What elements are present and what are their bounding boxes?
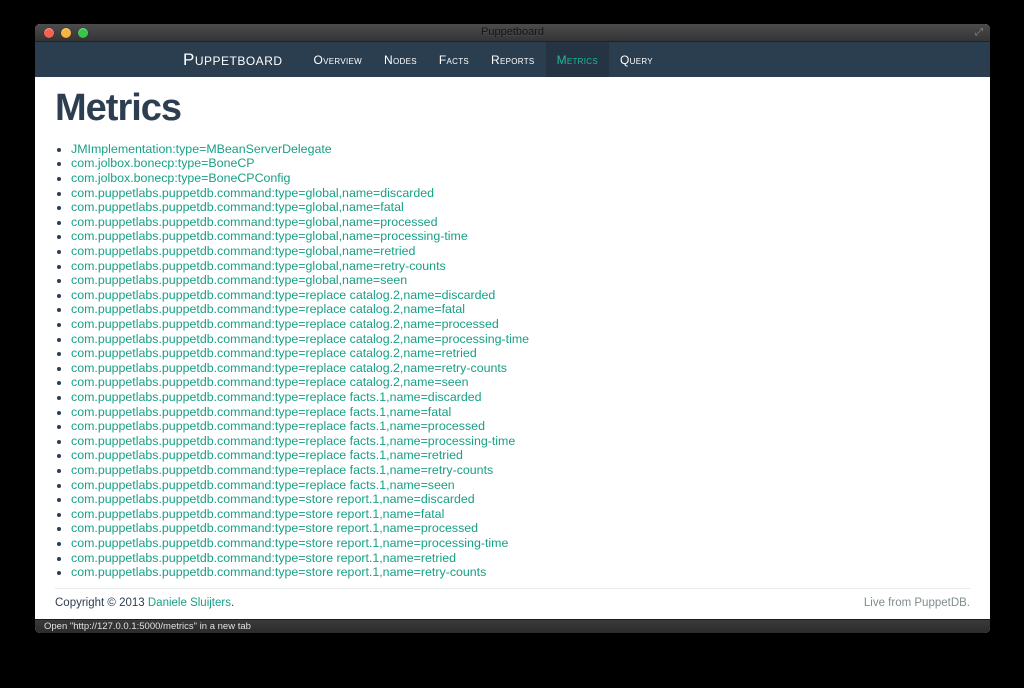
metric-link[interactable]: com.puppetlabs.puppetdb.command:type=rep… bbox=[71, 288, 495, 302]
metric-list-item: com.puppetlabs.puppetdb.command:type=glo… bbox=[71, 259, 970, 274]
copyright-period: . bbox=[230, 597, 235, 609]
metric-link[interactable]: com.puppetlabs.puppetdb.command:type=rep… bbox=[71, 405, 451, 419]
metric-link[interactable]: com.jolbox.bonecp:type=BoneCP bbox=[71, 156, 255, 170]
nav-link-metrics[interactable]: Metrics bbox=[545, 42, 609, 77]
app-window: Puppetboard ⤢ Puppetboard Overview Nodes F… bbox=[35, 24, 990, 633]
metric-list-item: com.puppetlabs.puppetdb.command:type=rep… bbox=[71, 419, 970, 434]
metric-link[interactable]: com.puppetlabs.puppetdb.command:type=glo… bbox=[71, 244, 415, 258]
metric-list-item: com.puppetlabs.puppetdb.command:type=rep… bbox=[71, 361, 970, 376]
fullscreen-icon[interactable]: ⤢ bbox=[975, 24, 983, 41]
metric-list-item: com.puppetlabs.puppetdb.command:type=glo… bbox=[71, 200, 970, 215]
footer-block: Copyright © 2013 Daniele Sluijters. Live… bbox=[55, 582, 970, 619]
metric-link[interactable]: com.puppetlabs.puppetdb.command:type=glo… bbox=[71, 215, 437, 229]
nav-item-reports: Reports bbox=[480, 42, 546, 77]
copyright-prefix: Copyright © 2013 bbox=[55, 597, 145, 609]
metric-list-item: com.puppetlabs.puppetdb.command:type=glo… bbox=[71, 229, 970, 244]
window-titlebar[interactable]: Puppetboard ⤢ bbox=[35, 24, 990, 42]
metric-list-item: com.puppetlabs.puppetdb.command:type=rep… bbox=[71, 375, 970, 390]
metric-link[interactable]: com.puppetlabs.puppetdb.command:type=sto… bbox=[71, 565, 486, 579]
metric-link[interactable]: com.puppetlabs.puppetdb.command:type=glo… bbox=[71, 200, 404, 214]
metric-link[interactable]: com.puppetlabs.puppetdb.command:type=rep… bbox=[71, 463, 493, 477]
metrics-list-container: JMImplementation:type=MBeanServerDelegat… bbox=[55, 138, 970, 582]
metric-link[interactable]: com.puppetlabs.puppetdb.command:type=sto… bbox=[71, 536, 508, 550]
metric-link[interactable]: com.puppetlabs.puppetdb.command:type=rep… bbox=[71, 419, 485, 433]
metric-list-item: com.puppetlabs.puppetdb.command:type=sto… bbox=[71, 551, 970, 566]
metric-link[interactable]: com.puppetlabs.puppetdb.command:type=glo… bbox=[71, 273, 407, 287]
metric-link[interactable]: com.puppetlabs.puppetdb.command:type=sto… bbox=[71, 551, 456, 565]
metric-list-item: com.puppetlabs.puppetdb.command:type=rep… bbox=[71, 463, 970, 478]
window-controls bbox=[44, 24, 88, 41]
metric-list-item: com.puppetlabs.puppetdb.command:type=rep… bbox=[71, 346, 970, 361]
navbar-brand[interactable]: Puppetboard bbox=[183, 42, 283, 77]
metric-link[interactable]: com.puppetlabs.puppetdb.command:type=rep… bbox=[71, 375, 468, 389]
metric-list-item: com.puppetlabs.puppetdb.command:type=rep… bbox=[71, 390, 970, 405]
metric-list-item: com.puppetlabs.puppetdb.command:type=glo… bbox=[71, 186, 970, 201]
status-bar-text: Open "http://127.0.0.1:5000/metrics" in … bbox=[44, 621, 251, 632]
metric-link[interactable]: com.puppetlabs.puppetdb.command:type=rep… bbox=[71, 317, 499, 331]
metric-list-item: com.puppetlabs.puppetdb.command:type=rep… bbox=[71, 317, 970, 332]
nav-link-overview[interactable]: Overview bbox=[303, 42, 373, 77]
nav-item-overview: Overview bbox=[303, 42, 373, 77]
nav-link-nodes[interactable]: Nodes bbox=[373, 42, 428, 77]
metric-list-item: com.puppetlabs.puppetdb.command:type=sto… bbox=[71, 521, 970, 536]
metric-link[interactable]: com.puppetlabs.puppetdb.command:type=rep… bbox=[71, 332, 529, 346]
window-title: Puppetboard bbox=[481, 26, 544, 38]
metric-list-item: JMImplementation:type=MBeanServerDelegat… bbox=[71, 142, 970, 157]
metric-link[interactable]: com.puppetlabs.puppetdb.command:type=rep… bbox=[71, 478, 455, 492]
puppetdb-status-text: Live from PuppetDB. bbox=[863, 597, 970, 609]
metric-list-item: com.puppetlabs.puppetdb.command:type=glo… bbox=[71, 244, 970, 259]
minimize-window-button[interactable] bbox=[61, 27, 71, 38]
metric-link[interactable]: com.jolbox.bonecp:type=BoneCPConfig bbox=[71, 171, 290, 185]
metric-list-item: com.puppetlabs.puppetdb.command:type=rep… bbox=[71, 302, 970, 317]
metric-link[interactable]: com.puppetlabs.puppetdb.command:type=rep… bbox=[71, 390, 482, 404]
metric-link[interactable]: com.puppetlabs.puppetdb.command:type=rep… bbox=[71, 448, 463, 462]
metric-list-item: com.puppetlabs.puppetdb.command:type=rep… bbox=[71, 448, 970, 463]
metric-list-item: com.jolbox.bonecp:type=BoneCPConfig bbox=[71, 171, 970, 186]
metric-list-item: com.puppetlabs.puppetdb.command:type=rep… bbox=[71, 434, 970, 449]
nav-item-nodes: Nodes bbox=[373, 42, 428, 77]
metric-list-item: com.puppetlabs.puppetdb.command:type=rep… bbox=[71, 478, 970, 493]
metric-link[interactable]: com.puppetlabs.puppetdb.command:type=sto… bbox=[71, 492, 475, 506]
nav-link-reports[interactable]: Reports bbox=[480, 42, 546, 77]
nav-item-facts: Facts bbox=[428, 42, 480, 77]
nav-items: Overview Nodes Facts Reports Metrics Query bbox=[303, 42, 664, 77]
metric-link[interactable]: com.puppetlabs.puppetdb.command:type=glo… bbox=[71, 259, 446, 273]
metric-link[interactable]: com.puppetlabs.puppetdb.command:type=rep… bbox=[71, 302, 465, 316]
metric-list-item: com.jolbox.bonecp:type=BoneCP bbox=[71, 156, 970, 171]
metric-link[interactable]: com.puppetlabs.puppetdb.command:type=rep… bbox=[71, 434, 515, 448]
metric-list-item: com.puppetlabs.puppetdb.command:type=rep… bbox=[71, 288, 970, 303]
metric-list-item: com.puppetlabs.puppetdb.command:type=sto… bbox=[71, 507, 970, 522]
metric-link[interactable]: com.puppetlabs.puppetdb.command:type=rep… bbox=[71, 361, 507, 375]
author-link[interactable]: Daniele Sluijters bbox=[148, 597, 231, 609]
metric-link[interactable]: com.puppetlabs.puppetdb.command:type=sto… bbox=[71, 521, 478, 535]
navbar: Puppetboard Overview Nodes Facts Reports Met… bbox=[35, 42, 990, 77]
metric-list-item: com.puppetlabs.puppetdb.command:type=glo… bbox=[71, 215, 970, 230]
main-content: Metrics JMImplementation:type=MBeanServe… bbox=[35, 77, 990, 619]
metric-list-item: com.puppetlabs.puppetdb.command:type=sto… bbox=[71, 492, 970, 507]
browser-status-bar: Open "http://127.0.0.1:5000/metrics" in … bbox=[35, 619, 990, 633]
nav-link-facts[interactable]: Facts bbox=[428, 42, 480, 77]
zoom-window-button[interactable] bbox=[78, 27, 88, 38]
nav-item-query: Query bbox=[609, 42, 664, 77]
close-window-button[interactable] bbox=[44, 27, 54, 38]
metric-link[interactable]: com.puppetlabs.puppetdb.command:type=sto… bbox=[71, 507, 444, 521]
copyright-text: Copyright © 2013 Daniele Sluijters. bbox=[55, 597, 234, 609]
metric-link[interactable]: com.puppetlabs.puppetdb.command:type=glo… bbox=[71, 229, 468, 243]
metric-link[interactable]: com.puppetlabs.puppetdb.command:type=rep… bbox=[71, 346, 477, 360]
metric-list-item: com.puppetlabs.puppetdb.command:type=rep… bbox=[71, 405, 970, 420]
metric-list-item: com.puppetlabs.puppetdb.command:type=sto… bbox=[71, 565, 970, 580]
nav-link-query[interactable]: Query bbox=[609, 42, 664, 77]
nav-item-metrics: Metrics bbox=[545, 42, 609, 77]
metric-list-item: com.puppetlabs.puppetdb.command:type=rep… bbox=[71, 332, 970, 347]
metric-link[interactable]: com.puppetlabs.puppetdb.command:type=glo… bbox=[71, 186, 434, 200]
metrics-list: JMImplementation:type=MBeanServerDelegat… bbox=[55, 142, 970, 582]
metric-list-item: com.puppetlabs.puppetdb.command:type=glo… bbox=[71, 273, 970, 288]
page-footer: Copyright © 2013 Daniele Sluijters. Live… bbox=[55, 589, 970, 619]
metric-link[interactable]: JMImplementation:type=MBeanServerDelegat… bbox=[71, 142, 332, 156]
metric-list-item: com.puppetlabs.puppetdb.command:type=sto… bbox=[71, 536, 970, 551]
page-title: Metrics bbox=[55, 87, 182, 129]
